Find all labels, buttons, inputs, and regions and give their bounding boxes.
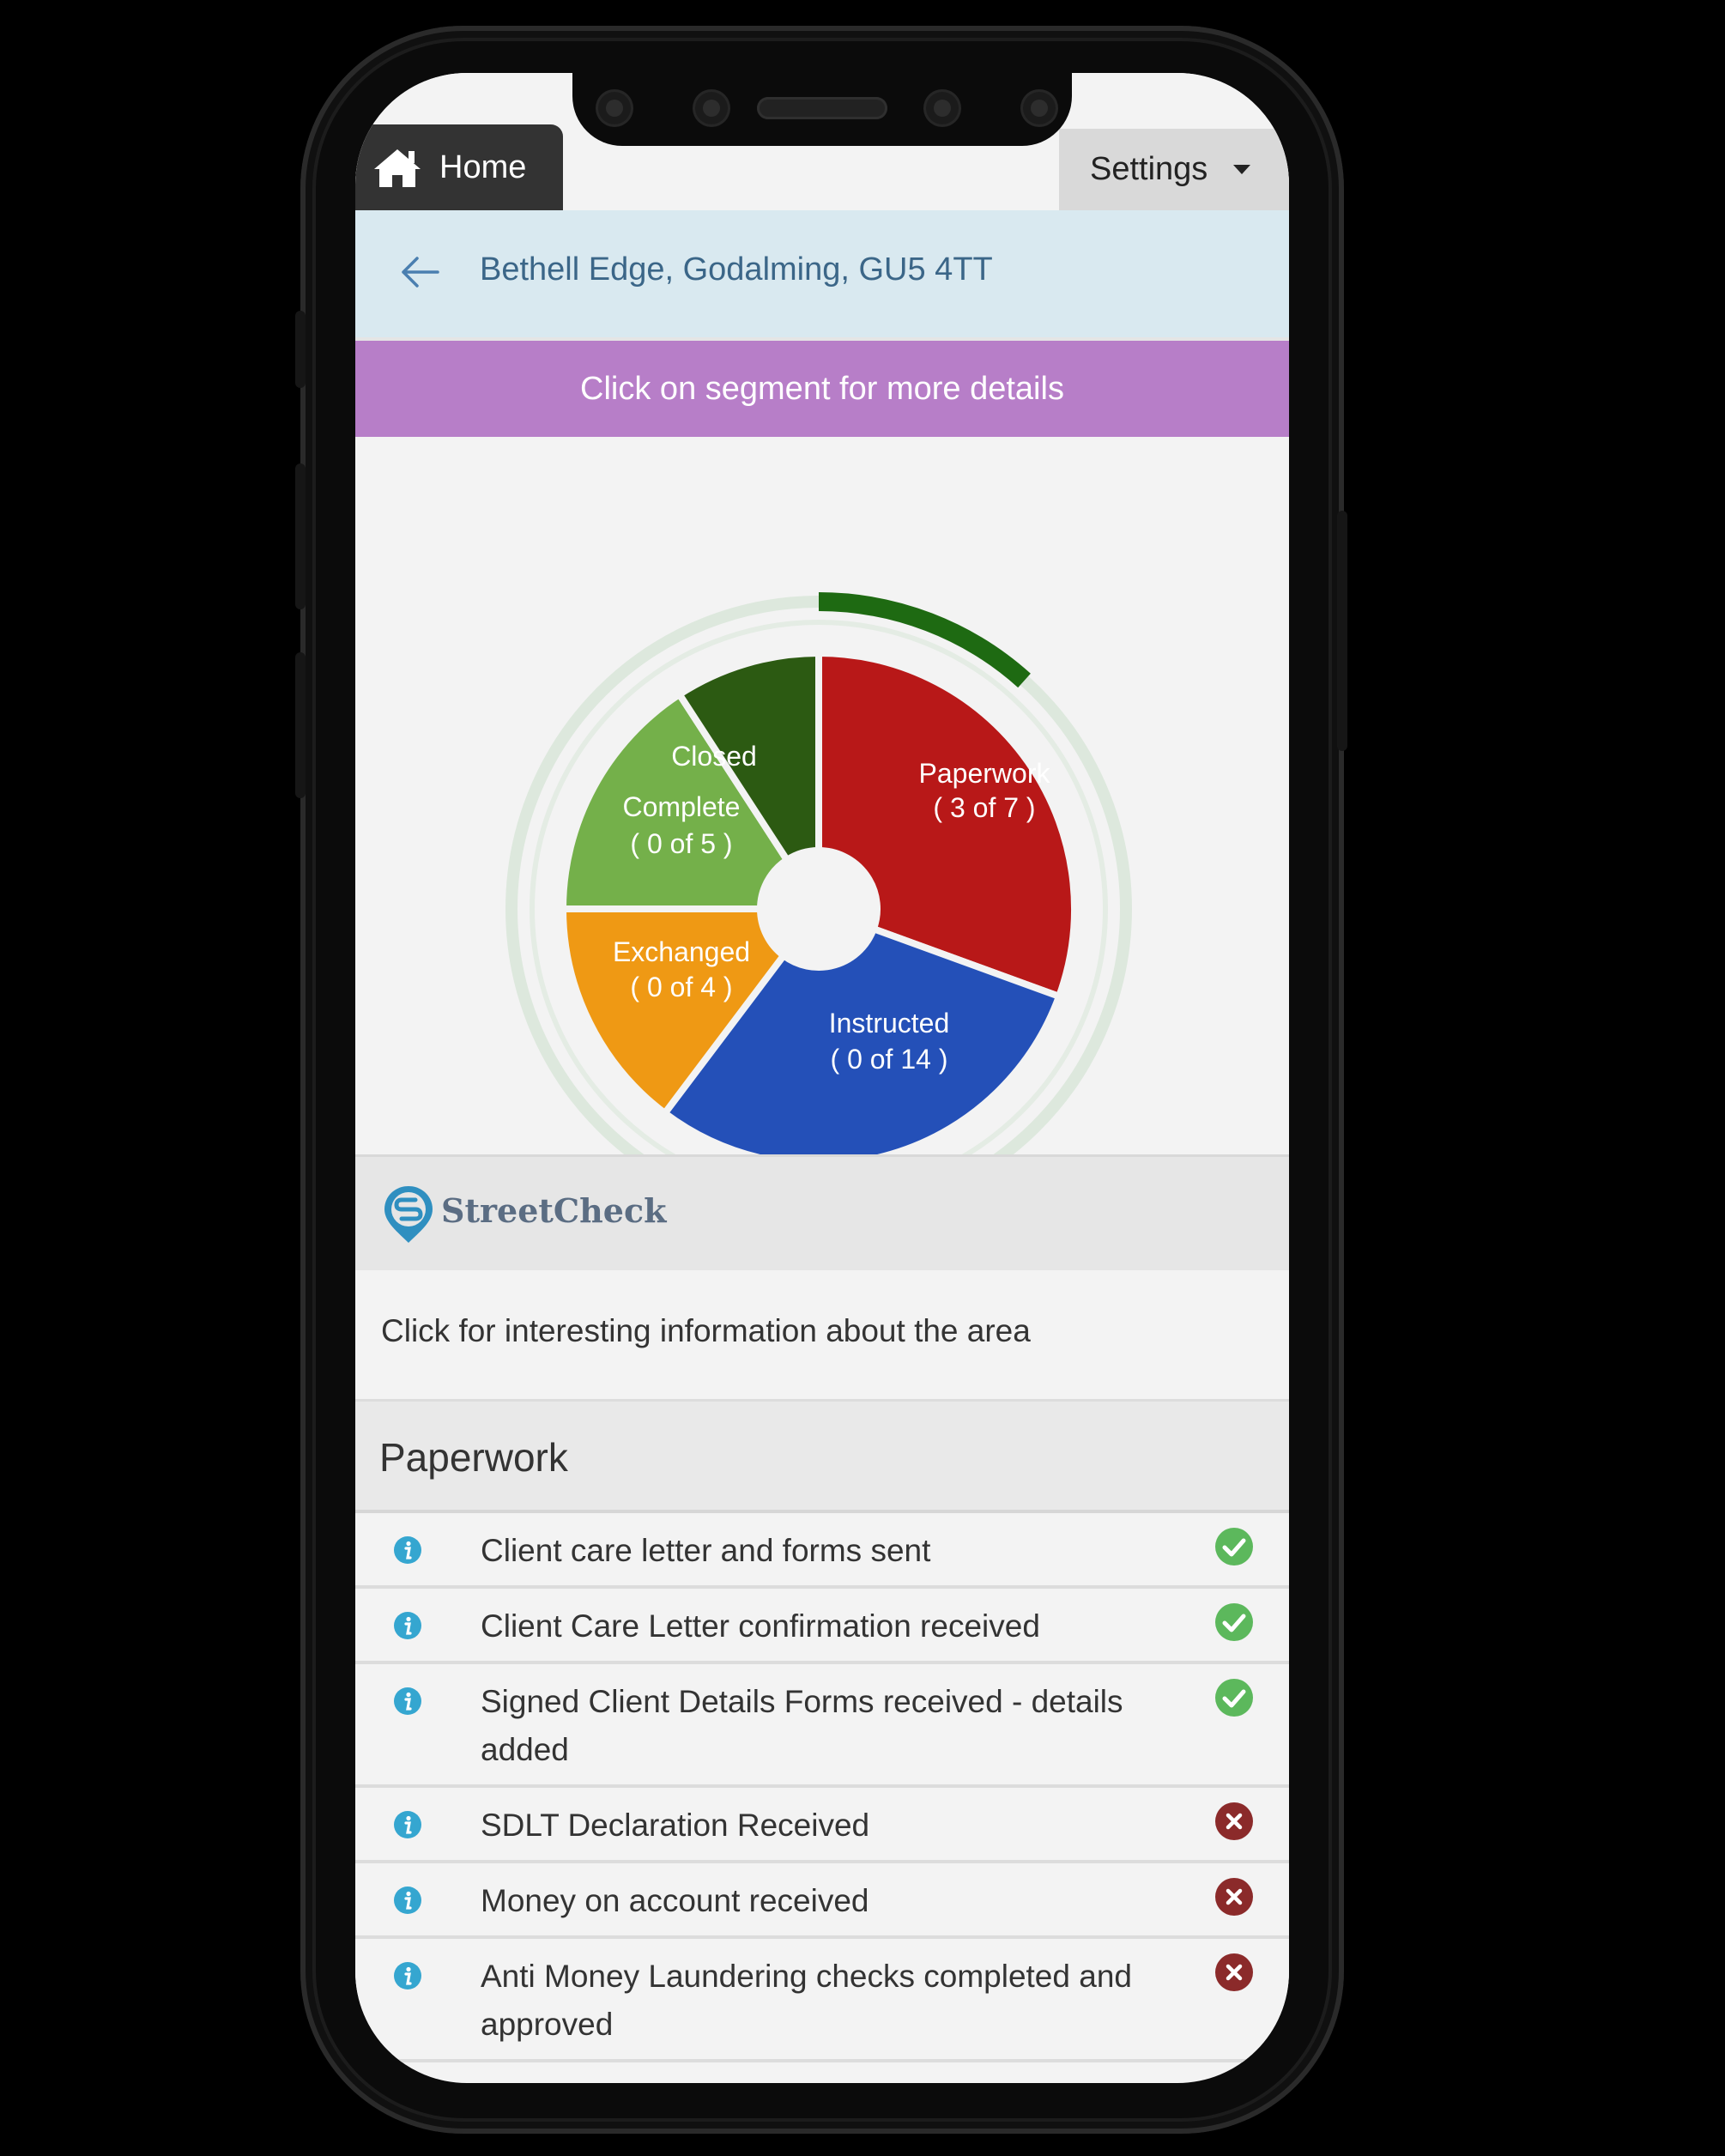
pie-center bbox=[760, 851, 877, 967]
task-row[interactable]: SDLT Declaration Received bbox=[355, 1788, 1289, 1863]
segment-label: Closed bbox=[671, 741, 757, 772]
camera-icon bbox=[1023, 92, 1056, 124]
task-row[interactable]: Anti Money Laundering checks completed a… bbox=[355, 1939, 1289, 2062]
streetcheck-header[interactable]: StreetCheck bbox=[355, 1154, 1289, 1273]
segment-count: ( 0 of 14 ) bbox=[831, 1044, 948, 1075]
check-circle-icon bbox=[1215, 1679, 1253, 1717]
property-address: Bethell Edge, Godalming, GU5 4TT bbox=[480, 251, 993, 288]
segment-count: ( 0 of 5 ) bbox=[630, 828, 732, 859]
home-icon bbox=[374, 149, 421, 187]
x-circle-icon bbox=[1215, 1878, 1253, 1916]
sensor-icon bbox=[926, 92, 959, 124]
task-text: Signed Client Details Forms received - d… bbox=[481, 1684, 1123, 1767]
segment-label: Paperwork bbox=[919, 758, 1051, 789]
area-info-link[interactable]: Click for interesting information about … bbox=[355, 1270, 1289, 1402]
segment-label: Instructed bbox=[829, 1008, 950, 1039]
notch bbox=[572, 73, 1072, 146]
task-text: Money on account received bbox=[481, 1883, 869, 1918]
side-button-right bbox=[1337, 511, 1347, 751]
task-row[interactable]: Client Care Letter confirmation received bbox=[355, 1589, 1289, 1664]
side-button-left-2 bbox=[295, 463, 306, 609]
info-icon[interactable] bbox=[393, 1886, 422, 1915]
pie-chart: Paperwork( 3 of 7 ) Instructed ( 0 of 14 )… bbox=[505, 592, 1132, 1154]
section-header: Paperwork bbox=[355, 1402, 1289, 1513]
info-icon[interactable] bbox=[393, 1687, 422, 1716]
info-icon[interactable] bbox=[393, 1535, 422, 1565]
task-row[interactable]: Client care letter and forms sent bbox=[355, 1513, 1289, 1589]
task-row[interactable]: Money on account received bbox=[355, 1863, 1289, 1939]
side-button-left-1 bbox=[295, 311, 306, 388]
task-text: Client care letter and forms sent bbox=[481, 1533, 931, 1568]
task-text: SDLT Declaration Received bbox=[481, 1808, 870, 1843]
section-title: Paperwork bbox=[379, 1435, 568, 1480]
home-button[interactable]: Home bbox=[355, 124, 563, 210]
chevron-down-icon bbox=[1233, 165, 1251, 174]
settings-dropdown[interactable]: Settings bbox=[1059, 129, 1289, 210]
task-text: Anti Money Laundering checks completed a… bbox=[481, 1959, 1132, 2042]
progress-chart: Paperwork( 3 of 7 ) Instructed ( 0 of 14 )… bbox=[355, 437, 1289, 1154]
x-circle-icon bbox=[1215, 1953, 1253, 1991]
segment-label: Complete bbox=[623, 791, 741, 822]
streetcheck-brand: StreetCheck bbox=[441, 1191, 667, 1230]
info-icon[interactable] bbox=[393, 1810, 422, 1839]
task-list: Client care letter and forms sent Client … bbox=[355, 1513, 1289, 2062]
screen: Home Settings Bethell Edge, Godalming, G… bbox=[355, 73, 1289, 2083]
address-header: Bethell Edge, Godalming, GU5 4TT bbox=[355, 210, 1289, 341]
info-icon[interactable] bbox=[393, 1961, 422, 1990]
home-label: Home bbox=[439, 148, 527, 185]
check-circle-icon bbox=[1215, 1603, 1253, 1641]
x-circle-icon bbox=[1215, 1802, 1253, 1840]
instruction-banner: Click on segment for more details bbox=[355, 341, 1289, 437]
side-button-left-3 bbox=[295, 652, 306, 798]
streetcheck-logo-icon bbox=[384, 1186, 433, 1243]
sensor-icon bbox=[695, 92, 728, 124]
task-text: Client Care Letter confirmation received bbox=[481, 1608, 1040, 1644]
info-icon[interactable] bbox=[393, 1611, 422, 1640]
check-circle-icon bbox=[1215, 1528, 1253, 1566]
settings-label: Settings bbox=[1090, 151, 1208, 187]
task-row[interactable]: Signed Client Details Forms received - d… bbox=[355, 1664, 1289, 1788]
back-arrow-icon[interactable] bbox=[398, 253, 441, 291]
area-info-text: Click for interesting information about … bbox=[381, 1313, 1031, 1348]
segment-label: Exchanged bbox=[613, 936, 750, 967]
segment-count: ( 0 of 4 ) bbox=[630, 972, 732, 1002]
speaker-grille bbox=[757, 97, 887, 119]
segment-count: ( 3 of 7 ) bbox=[933, 792, 1035, 823]
camera-icon bbox=[598, 92, 631, 124]
